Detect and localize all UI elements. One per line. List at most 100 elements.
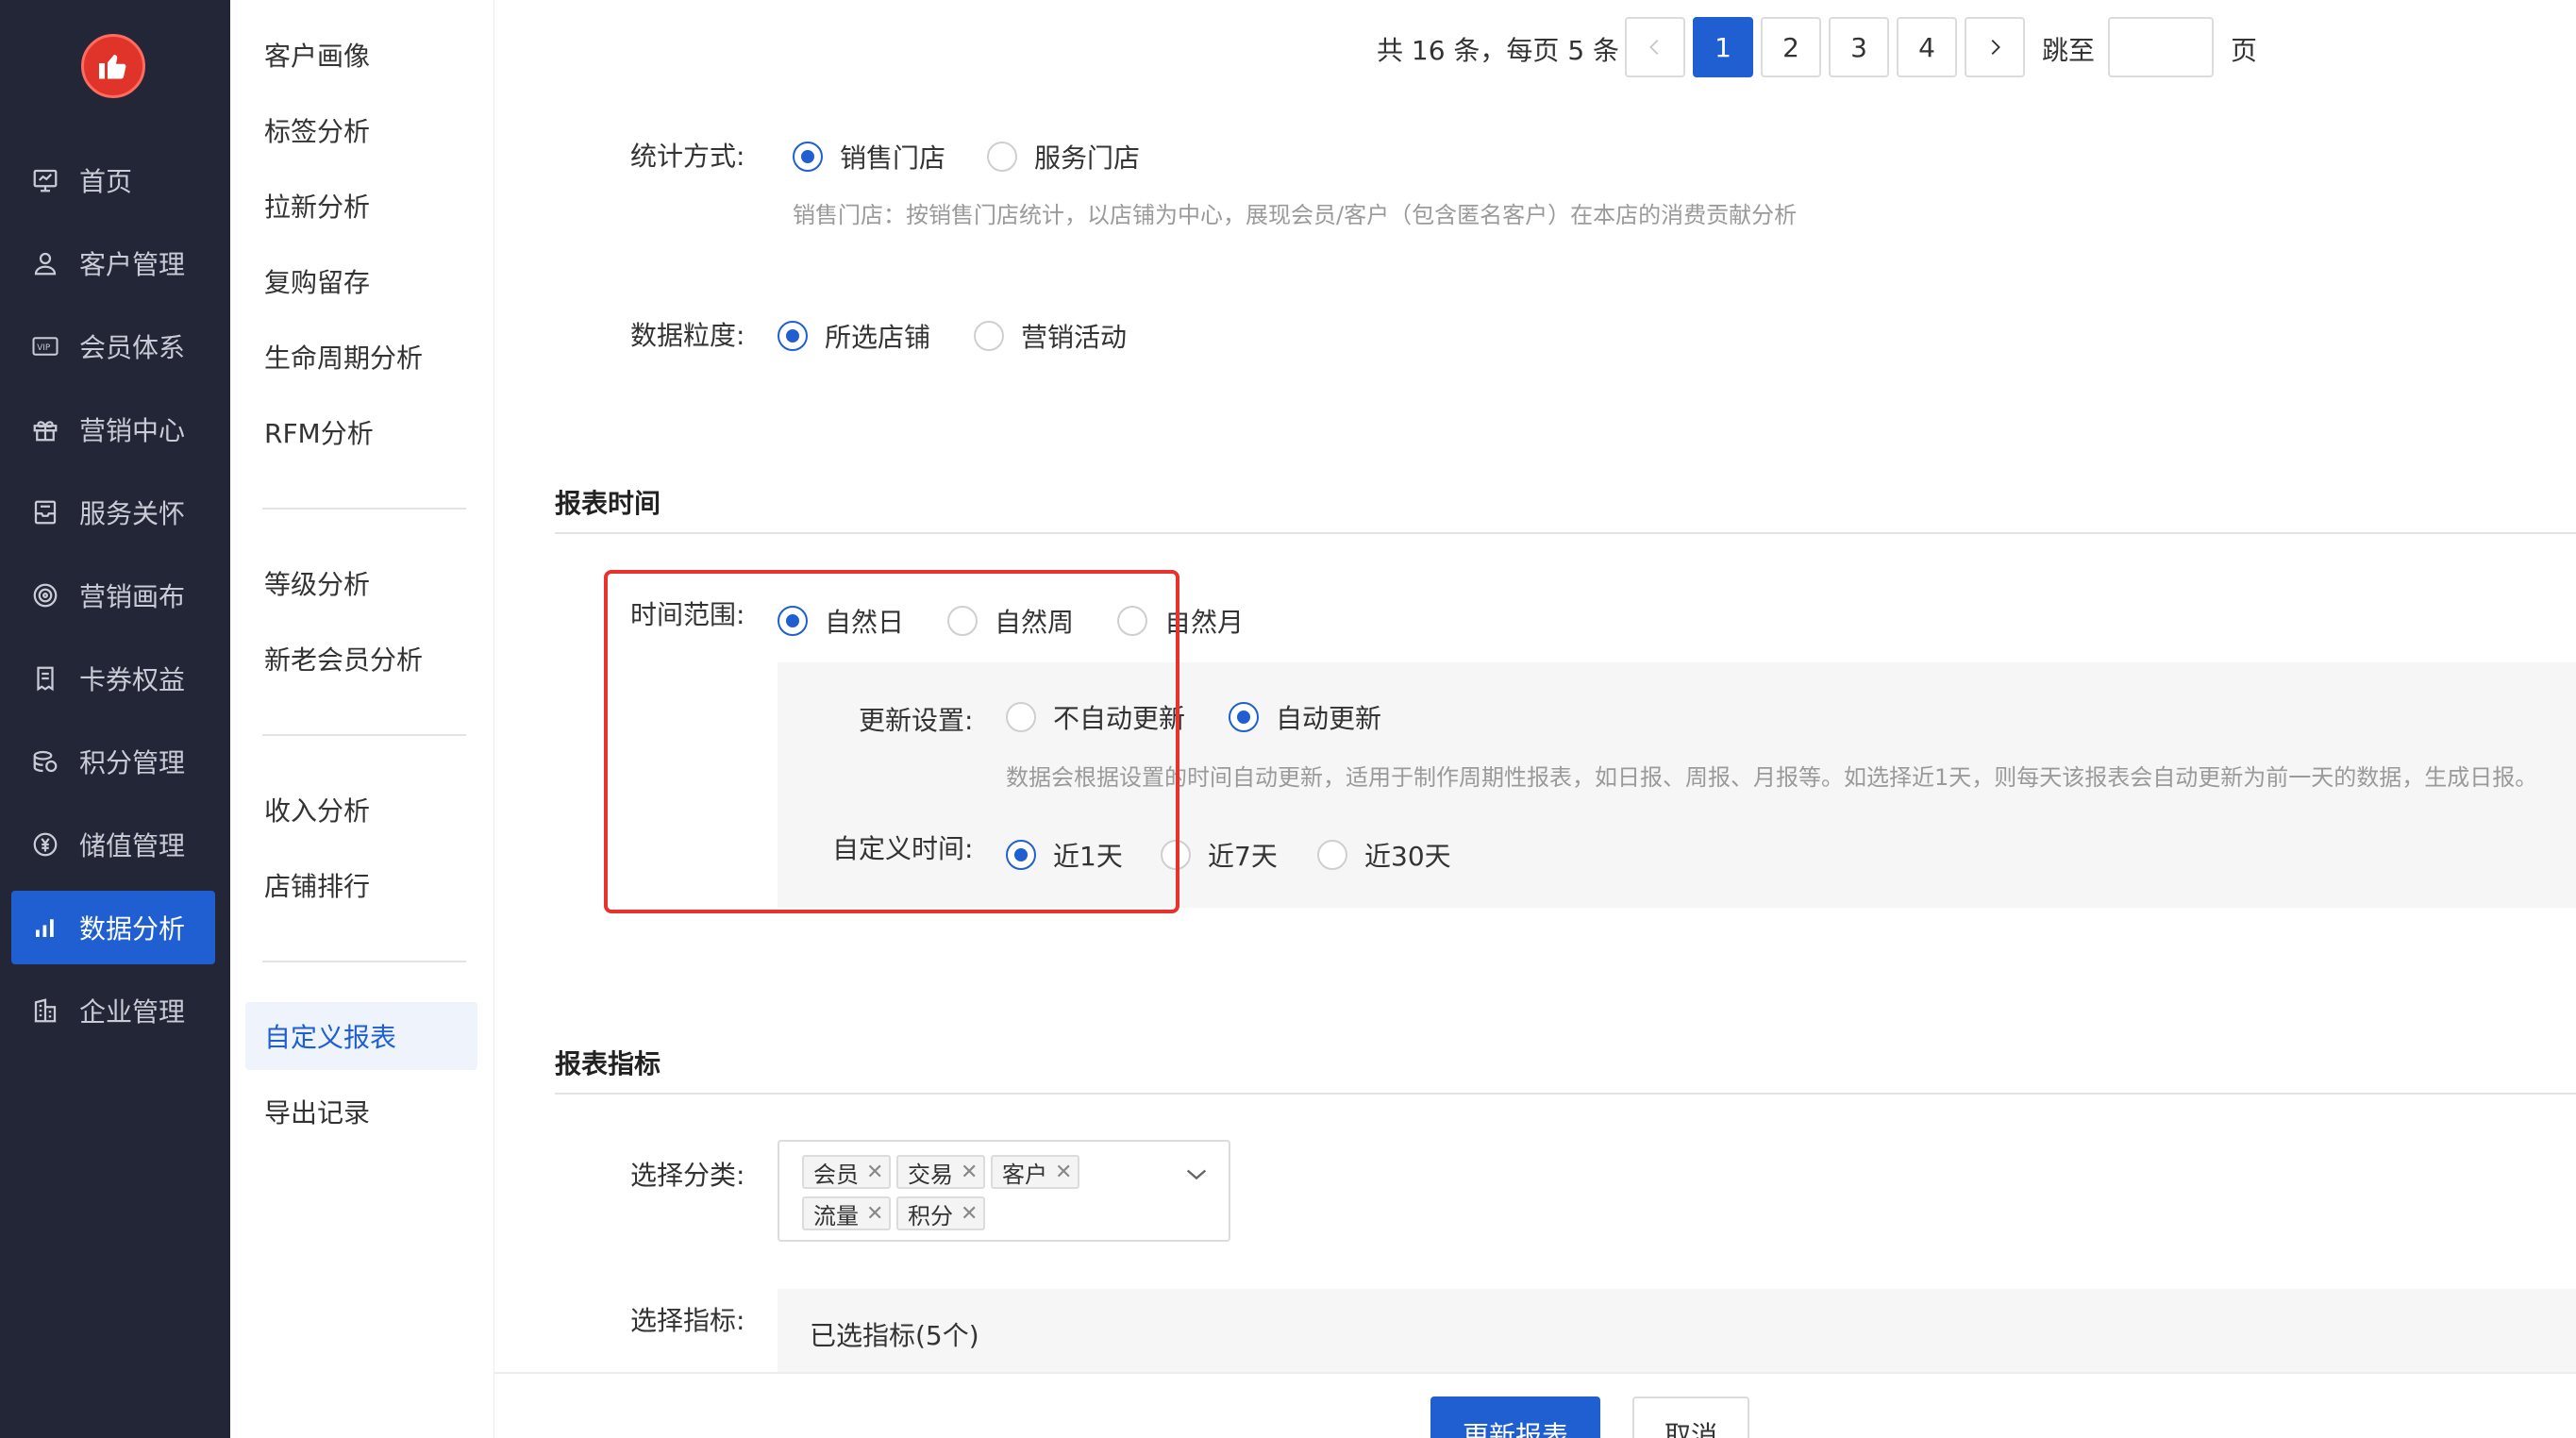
nav-label: 储值管理: [79, 830, 186, 861]
update-hint: 数据会根据设置的时间自动更新，适用于制作周期性报表，如日报、周报、月报等。如选择…: [1006, 764, 2538, 791]
nav-item-points[interactable]: 积分管理: [11, 725, 215, 798]
radio-circle: [987, 142, 1017, 172]
radio-label: 服务门店: [1034, 142, 1141, 174]
radio-service-store[interactable]: 服务门店: [987, 138, 1140, 176]
close-icon[interactable]: ✕: [961, 1161, 978, 1184]
submenu-item-store-ranking[interactable]: 店铺排行: [245, 851, 477, 919]
highlight-annotation-box: [604, 570, 1179, 913]
report-time-title: 报表时间: [555, 488, 661, 519]
prev-page-button[interactable]: [1625, 17, 1685, 77]
submenu-item-new-old-members[interactable]: 新老会员分析: [245, 625, 477, 693]
section-divider: [555, 532, 2576, 534]
submenu-item-acquisition[interactable]: 拉新分析: [245, 172, 477, 240]
submenu-divider: [262, 508, 466, 510]
submenu-item-level[interactable]: 等级分析: [245, 549, 477, 617]
page-button-4[interactable]: 4: [1897, 17, 1957, 77]
nav-label: 服务关怀: [79, 498, 186, 529]
nav-item-enterprise[interactable]: 企业管理: [11, 974, 215, 1047]
jump-label: 跳至: [2042, 35, 2096, 66]
selected-metrics-count: 已选指标(5个): [810, 1320, 979, 1351]
tag-label: 积分: [908, 1202, 953, 1229]
jump-page-input[interactable]: [2108, 17, 2214, 77]
nav-item-membership[interactable]: VIP 会员体系: [11, 309, 215, 383]
submenu-item-revenue[interactable]: 收入分析: [245, 776, 477, 844]
svg-text:VIP: VIP: [37, 343, 50, 353]
radio-label: 自动更新: [1276, 703, 1382, 734]
bar-chart-icon: [28, 911, 62, 945]
tag-label: 交易: [908, 1161, 953, 1188]
coupon-icon: [28, 661, 62, 695]
user-icon: [28, 246, 62, 280]
nav-item-home[interactable]: 首页: [11, 143, 215, 217]
submenu-item-customer-profile[interactable]: 客户画像: [245, 21, 477, 89]
radio-label: 近7天: [1208, 841, 1278, 872]
nav-item-coupons[interactable]: 卡券权益: [11, 642, 215, 715]
metric-label: 选择指标:: [630, 1305, 745, 1336]
analysis-submenu: 客户画像 标签分析 拉新分析 复购留存 生命周期分析 RFM分析 等级分析 新老…: [230, 0, 494, 1438]
radio-label: 营销活动: [1021, 322, 1128, 353]
close-icon[interactable]: ✕: [866, 1202, 883, 1226]
radio-circle: [1317, 840, 1347, 870]
nav-item-marketing-canvas[interactable]: 营销画布: [11, 559, 215, 632]
thumbs-up-icon: [99, 55, 126, 79]
nav-item-data-analysis[interactable]: 数据分析: [11, 891, 215, 964]
radio-auto-update[interactable]: 自动更新: [1229, 698, 1381, 736]
coins-icon: [28, 744, 62, 778]
nav-label: 卡券权益: [79, 664, 186, 695]
page-button-2[interactable]: 2: [1761, 17, 1821, 77]
nav-item-customers[interactable]: 客户管理: [11, 226, 215, 300]
action-footer: 更新报表 取消: [494, 1372, 2576, 1438]
update-report-button[interactable]: 更新报表: [1430, 1396, 1600, 1438]
radio-last-30-days[interactable]: 近30天: [1317, 836, 1451, 874]
target-icon: [28, 578, 62, 612]
radio-circle: [778, 321, 808, 351]
nav-item-marketing[interactable]: 营销中心: [11, 393, 215, 466]
stat-method-hint: 销售门店：按销售门店统计，以店铺为中心，展现会员/客户（包含匿名客户）在本店的消…: [793, 202, 1798, 228]
submenu-item-custom-report[interactable]: 自定义报表: [245, 1002, 477, 1070]
chevron-down-icon[interactable]: [1183, 1161, 1210, 1187]
radio-sales-store[interactable]: 销售门店: [793, 138, 945, 176]
next-page-button[interactable]: [1965, 17, 2025, 77]
nav-label: 会员体系: [79, 332, 186, 363]
nav-label: 营销中心: [79, 415, 186, 446]
category-multi-select[interactable]: 会员 ✕ 交易 ✕ 客户 ✕ 流量 ✕ 积分 ✕: [778, 1140, 1230, 1242]
submenu-item-lifecycle[interactable]: 生命周期分析: [245, 323, 477, 391]
gift-icon: [28, 412, 62, 446]
submenu-item-retention[interactable]: 复购留存: [245, 247, 477, 315]
nav-item-stored-value[interactable]: 储值管理: [11, 808, 215, 881]
tag-member: 会员 ✕: [802, 1155, 892, 1189]
radio-marketing-activity[interactable]: 营销活动: [974, 317, 1127, 355]
submenu-item-rfm[interactable]: RFM分析: [245, 398, 477, 466]
page-suffix: 页: [2231, 35, 2258, 66]
category-label: 选择分类:: [630, 1160, 745, 1191]
report-metrics-title: 报表指标: [555, 1048, 661, 1079]
close-icon[interactable]: ✕: [1055, 1161, 1072, 1184]
tag-traffic: 流量 ✕: [802, 1196, 892, 1230]
yen-icon: [28, 828, 62, 861]
tag-customer: 客户 ✕: [991, 1155, 1080, 1189]
nav-label: 营销画布: [79, 581, 186, 612]
submenu-item-tag-analysis[interactable]: 标签分析: [245, 96, 477, 164]
radio-selected-stores[interactable]: 所选店铺: [778, 317, 930, 355]
nav-label: 积分管理: [79, 747, 186, 778]
chevron-right-icon: [1991, 40, 2000, 55]
pager-summary: 共 16 条，每页 5 条: [1377, 35, 1620, 66]
page-button-1[interactable]: 1: [1693, 17, 1753, 77]
close-icon[interactable]: ✕: [961, 1202, 978, 1226]
cancel-button[interactable]: 取消: [1632, 1396, 1749, 1438]
nav-label: 首页: [79, 166, 133, 197]
nav-item-service-care[interactable]: 服务关怀: [11, 476, 215, 549]
main-nav: 首页 客户管理 VIP 会员体系 营销中心 服务关怀 营销画布 卡券权益 积分管…: [0, 0, 230, 1438]
radio-label: 近30天: [1364, 841, 1451, 872]
submenu-item-export-records[interactable]: 导出记录: [245, 1078, 477, 1145]
nav-label: 数据分析: [79, 913, 186, 945]
stat-method-label: 统计方式:: [630, 141, 745, 172]
page-button-3[interactable]: 3: [1829, 17, 1889, 77]
building-icon: [28, 994, 62, 1028]
nav-label: 企业管理: [79, 996, 186, 1028]
radio-circle: [1229, 702, 1259, 732]
close-icon[interactable]: ✕: [866, 1161, 883, 1184]
inbox-icon: [28, 495, 62, 529]
thumbs-up-logo[interactable]: [81, 34, 145, 98]
submenu-divider: [262, 961, 466, 962]
